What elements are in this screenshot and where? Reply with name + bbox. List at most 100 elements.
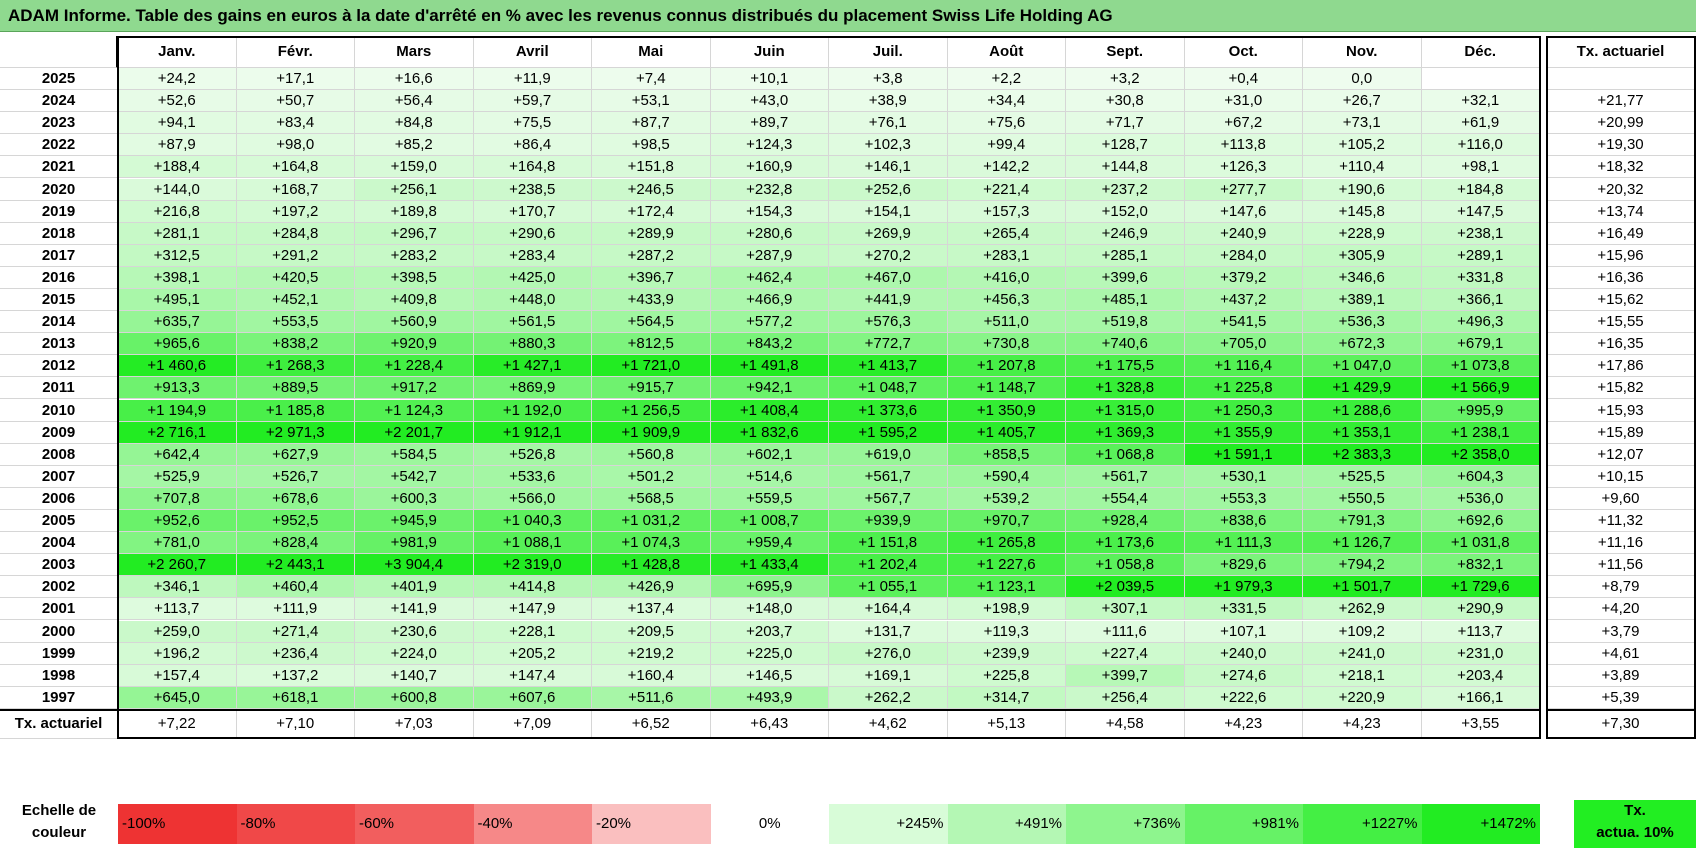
table-cell: +189,8 — [355, 200, 474, 223]
year-label: 2012 — [0, 355, 118, 378]
table-cell: +678,6 — [236, 487, 355, 510]
table-cell: +1 124,3 — [355, 399, 474, 422]
table-cell: +67,2 — [1184, 112, 1303, 135]
table-cell: +147,4 — [473, 664, 592, 687]
table-cell: +10,1 — [710, 68, 829, 91]
table-cell: +287,9 — [710, 244, 829, 267]
table-cell: +942,1 — [710, 377, 829, 400]
table-cell: +2,2 — [947, 68, 1066, 91]
table-cell: +164,8 — [473, 156, 592, 179]
table-cell: +635,7 — [118, 311, 237, 334]
table-cell: +331,8 — [1421, 266, 1540, 289]
table-cell: +1 413,7 — [829, 355, 948, 378]
table-cell: +1 428,8 — [592, 554, 711, 577]
table-cell: +73,1 — [1303, 112, 1422, 135]
color-scale-step: +1227% — [1303, 804, 1422, 844]
table-cell: +3,2 — [1066, 68, 1185, 91]
table-cell: +17,1 — [236, 68, 355, 91]
color-scale-label: Echelle de couleur — [0, 800, 118, 848]
table-cell: +829,6 — [1184, 554, 1303, 577]
table-cell: +1 429,9 — [1303, 377, 1422, 400]
tx-actuariel-cell: +3,79 — [1546, 620, 1696, 643]
table-cell: +2 358,0 — [1421, 443, 1540, 466]
table-cell: +230,6 — [355, 620, 474, 643]
table-cell: +460,4 — [236, 576, 355, 599]
table-cell: +142,2 — [947, 156, 1066, 179]
table-cell: +917,2 — [355, 377, 474, 400]
table-cell: +53,1 — [592, 90, 711, 113]
table-cell: +1 058,8 — [1066, 554, 1185, 577]
table-cell: +1 031,8 — [1421, 532, 1540, 555]
table-cell: +2 716,1 — [118, 421, 237, 444]
table-cell: +262,9 — [1303, 598, 1422, 621]
table-cell: +56,4 — [355, 90, 474, 113]
table-cell: +2 319,0 — [473, 554, 592, 577]
color-scale-step: +245% — [829, 804, 948, 844]
table-cell: +1 185,8 — [236, 399, 355, 422]
table-cell: +398,1 — [118, 266, 237, 289]
table-cell: +1 832,6 — [710, 421, 829, 444]
table-cell: +113,8 — [1184, 134, 1303, 157]
year-label: 2009 — [0, 421, 118, 444]
table-cell: +1 111,3 — [1184, 532, 1303, 555]
month-header: Juil. — [829, 36, 948, 68]
table-cell: +828,4 — [236, 532, 355, 555]
table-cell: +270,2 — [829, 244, 948, 267]
table-cell: +1 175,5 — [1066, 355, 1185, 378]
table-cell: +169,1 — [829, 664, 948, 687]
tx-actuariel-cell: +20,32 — [1546, 178, 1696, 201]
table-cell: +307,1 — [1066, 598, 1185, 621]
table-cell: +366,1 — [1421, 289, 1540, 312]
color-scale-step: +736% — [1066, 804, 1185, 844]
table-cell: +52,6 — [118, 90, 237, 113]
table-cell: +541,5 — [1184, 311, 1303, 334]
table-cell: +144,8 — [1066, 156, 1185, 179]
table-cell: +1 460,6 — [118, 355, 237, 378]
month-header: Oct. — [1184, 36, 1303, 68]
table-cell: +1 427,1 — [473, 355, 592, 378]
color-scale-step: -20% — [592, 804, 711, 844]
table-cell: +1 315,0 — [1066, 399, 1185, 422]
table-cell: +289,9 — [592, 222, 711, 245]
month-header: Déc. — [1421, 36, 1540, 68]
table-cell: +1 238,1 — [1421, 421, 1540, 444]
table-cell: +880,3 — [473, 333, 592, 356]
table-cell: +2 383,3 — [1303, 443, 1422, 466]
table-cell: +553,3 — [1184, 487, 1303, 510]
table-cell: +283,2 — [355, 244, 474, 267]
table-cell: +1 265,8 — [947, 532, 1066, 555]
table-cell: +30,8 — [1066, 90, 1185, 113]
table-cell: +1 350,9 — [947, 399, 1066, 422]
table-cell: +7,4 — [592, 68, 711, 91]
table-cell: +414,8 — [473, 576, 592, 599]
table-cell: +959,4 — [710, 532, 829, 555]
table-cell: +236,4 — [236, 642, 355, 665]
tx-actuariel-cell: +21,77 — [1546, 90, 1696, 113]
table-cell: +269,9 — [829, 222, 948, 245]
year-label: 2013 — [0, 333, 118, 356]
table-cell: +284,0 — [1184, 244, 1303, 267]
tx-actuariel-cell: +11,16 — [1546, 532, 1696, 555]
table-cell: +98,5 — [592, 134, 711, 157]
tx-actuariel-cell: +15,96 — [1546, 244, 1696, 267]
table-cell: +396,7 — [592, 266, 711, 289]
table-cell: +71,7 — [1066, 112, 1185, 135]
table-cell: +221,4 — [947, 178, 1066, 201]
table-cell: +102,3 — [829, 134, 948, 157]
year-label: 1997 — [0, 686, 118, 709]
table-cell: +607,6 — [473, 686, 592, 709]
table-cell: +560,8 — [592, 443, 711, 466]
table-cell: +164,8 — [236, 156, 355, 179]
footer-value: +3,55 — [1421, 708, 1540, 739]
tx-actuariel-cell: +13,74 — [1546, 200, 1696, 223]
tx-actuariel-cell: +17,86 — [1546, 355, 1696, 378]
table-cell: +566,0 — [473, 487, 592, 510]
table-cell: +425,0 — [473, 266, 592, 289]
color-scale-label-line2: couleur — [31, 824, 87, 841]
table-cell: +1 433,4 — [710, 554, 829, 577]
table-cell: +1 909,9 — [592, 421, 711, 444]
table-cell: +197,2 — [236, 200, 355, 223]
table-cell: +1 074,3 — [592, 532, 711, 555]
footer-value: +7,22 — [118, 708, 237, 739]
table-cell: +1 073,8 — [1421, 355, 1540, 378]
